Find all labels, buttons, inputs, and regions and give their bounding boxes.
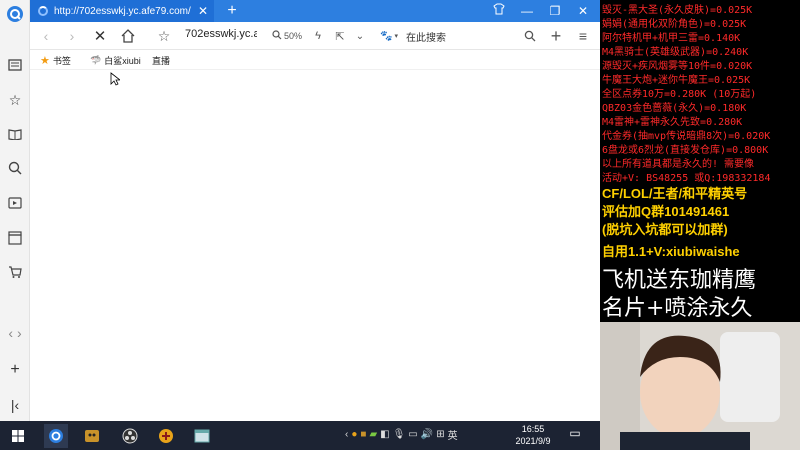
- game-app-icon[interactable]: [80, 424, 104, 448]
- price-line: 毁灭-黑大圣(永久皮肤)=0.025K: [602, 5, 753, 16]
- price-line: 牛魔王大炮+迷你牛魔王=0.025K: [602, 75, 751, 86]
- skin-icon[interactable]: [490, 2, 508, 20]
- bookmarks-bar: ★ 书签 🦈 白鲨xiubi 直播: [30, 50, 600, 70]
- taskbar: ‹ ● ■ ▰ ◧ 🎙 ▭ 🔊 ⊞ 英 16:55 2021/9/9 ▭: [0, 421, 600, 450]
- browser-sidebar: ☆ ‹ › + |‹: [0, 0, 30, 421]
- book-icon[interactable]: [5, 124, 25, 144]
- browser-logo-icon[interactable]: [5, 4, 25, 24]
- home-button[interactable]: [118, 26, 138, 46]
- browser-window: ☆ ‹ › + |‹ http://702esswkj.yc.afe79.com…: [0, 0, 600, 421]
- window-app-icon[interactable]: [190, 424, 214, 448]
- big-promo-line: 名片+喷涂永久: [602, 296, 753, 321]
- clock-date: 2021/9/9: [515, 436, 551, 446]
- close-window-button[interactable]: ✕: [574, 2, 592, 20]
- tab-title: http://702esswkj.yc.afe79.com/: [54, 5, 191, 17]
- share-icon[interactable]: ⇱: [330, 26, 350, 46]
- streamer-image: [600, 322, 800, 450]
- bookmark-item-xiubi[interactable]: 🦈 白鲨xiubi: [90, 54, 141, 67]
- contact-line: 自用1.1+V:xiubiwaishe: [602, 244, 740, 259]
- obs-icon[interactable]: [118, 424, 142, 448]
- bookmarks-label: 书签: [52, 56, 71, 66]
- restore-button[interactable]: ❐: [546, 2, 564, 20]
- menu-icon[interactable]: ≡: [573, 26, 593, 46]
- tray-language-icon[interactable]: ⊞: [436, 429, 444, 440]
- price-line: QBZ03金色蔷薇(永久)=0.180K: [602, 103, 747, 114]
- address-bar[interactable]: 702esswkj.yc.a: [185, 28, 257, 44]
- webcam-feed: [600, 322, 800, 450]
- tab-close-icon[interactable]: ✕: [198, 4, 208, 18]
- box-icon[interactable]: [5, 228, 25, 248]
- forward-button[interactable]: ›: [62, 26, 82, 46]
- promo-line: (脱坑入坑都可以加群): [602, 222, 728, 237]
- page-content[interactable]: [30, 70, 600, 420]
- system-tray: ‹ ● ■ ▰ ◧ 🎙 ▭ 🔊 ⊞ 英: [345, 427, 458, 442]
- loading-spinner-icon: [38, 6, 48, 16]
- clock-time: 16:55: [521, 424, 545, 434]
- tray-speaker-icon[interactable]: 🔊: [421, 429, 433, 440]
- engine-dropdown-icon[interactable]: ▾: [394, 32, 398, 40]
- sidebar-collapse-icon[interactable]: |‹: [5, 395, 25, 415]
- bookmark-item-label: 直播: [152, 56, 171, 66]
- tray-display-icon[interactable]: ▭: [408, 429, 417, 440]
- price-line: 源毁灭+疾风烟雾等10件=0.020K: [602, 61, 753, 72]
- price-line: 以上所有道具都是永久的! 需要像: [602, 159, 755, 170]
- reader-icon[interactable]: [5, 55, 25, 75]
- notification-icon[interactable]: ▭: [566, 426, 584, 444]
- tray-expand-icon[interactable]: ‹: [345, 429, 348, 440]
- price-line: 代金券(抽mvp传说暗鼎8次)=0.020K: [602, 131, 771, 142]
- bookmark-item-live[interactable]: 直播: [152, 54, 170, 67]
- windows-start-icon[interactable]: [6, 424, 30, 448]
- tray-game-icon[interactable]: ●: [351, 429, 357, 440]
- stream-overlay: 毁灭-黑大圣(永久皮肤)=0.025K 娟娟(通用化双阶角色)=0.025K 阿…: [600, 0, 800, 322]
- tab-bar: http://702esswkj.yc.afe79.com/ ✕ + — ❐ ✕: [30, 0, 600, 22]
- taskbar-clock[interactable]: 16:55 2021/9/9: [510, 423, 556, 447]
- price-line: 活动+V: BS48255 或Q:198332184: [602, 173, 771, 184]
- new-tab-button[interactable]: +: [222, 1, 242, 21]
- video-icon[interactable]: [5, 193, 25, 213]
- cart-icon[interactable]: [5, 262, 25, 282]
- bookmark-star-icon: ★: [40, 55, 50, 67]
- tray-mic-icon[interactable]: 🎙: [393, 429, 406, 440]
- shark-favicon-icon: 🦈: [90, 55, 102, 65]
- price-line: M4黑骑士(英雄级武器)=0.240K: [602, 47, 749, 58]
- nav-toolbar: ‹ › ✕ ☆ 702esswkj.yc.a 50% ϟ ⇱ ⌄ 🐾 ▾ 在此搜…: [30, 22, 600, 50]
- favorites-star-icon[interactable]: ☆: [5, 90, 25, 110]
- search-icon[interactable]: [5, 158, 25, 178]
- ime-indicator[interactable]: 英: [448, 427, 458, 442]
- search-submit-icon[interactable]: [520, 26, 540, 46]
- bookmark-star-button[interactable]: ☆: [154, 26, 174, 46]
- zoom-icon: [272, 30, 282, 42]
- browser-taskbar-icon[interactable]: [44, 424, 68, 448]
- crossfire-icon[interactable]: [154, 424, 178, 448]
- add-icon[interactable]: +: [5, 360, 25, 380]
- search-box[interactable]: 🐾 ▾ 在此搜索: [380, 27, 540, 45]
- dropdown-chevron-icon[interactable]: ⌄: [350, 26, 370, 46]
- search-placeholder: 在此搜索: [405, 32, 446, 44]
- price-line: 全区点券10万=0.280K (10万起): [602, 89, 757, 100]
- zoom-level: 50%: [284, 31, 303, 41]
- tray-app-icon[interactable]: ■: [360, 429, 366, 440]
- add-page-button[interactable]: +: [546, 26, 566, 46]
- mouse-cursor-icon: [110, 72, 120, 86]
- price-line: 6盘龙或6烈龙(直接发仓库)=0.800K: [602, 145, 769, 156]
- stop-loading-button[interactable]: ✕: [90, 26, 110, 46]
- accelerate-icon[interactable]: ϟ: [308, 26, 328, 46]
- price-line: M4雷神+雷神永久先致=0.280K: [602, 117, 743, 128]
- bookmarks-folder[interactable]: ★ 书签: [40, 54, 71, 67]
- price-line: 阿尔特机甲+机甲三雷=0.140K: [602, 33, 741, 44]
- price-line: 娟娟(通用化双阶角色)=0.025K: [602, 19, 747, 30]
- minimize-button[interactable]: —: [518, 2, 536, 20]
- tray-nvidia-icon[interactable]: ▰: [369, 429, 377, 440]
- promo-line: CF/LOL/王者/和平精英号: [602, 186, 748, 201]
- paw-search-engine-icon[interactable]: 🐾: [380, 31, 392, 42]
- tray-network-icon[interactable]: ◧: [380, 429, 389, 440]
- promo-line: 评估加Q群101491461: [602, 204, 730, 219]
- collapse-arrows-icon[interactable]: ‹ ›: [5, 323, 25, 343]
- tab-active[interactable]: http://702esswkj.yc.afe79.com/ ✕: [30, 0, 214, 22]
- back-button[interactable]: ‹: [36, 26, 56, 46]
- bookmark-item-label: 白鲨xiubi: [104, 56, 141, 66]
